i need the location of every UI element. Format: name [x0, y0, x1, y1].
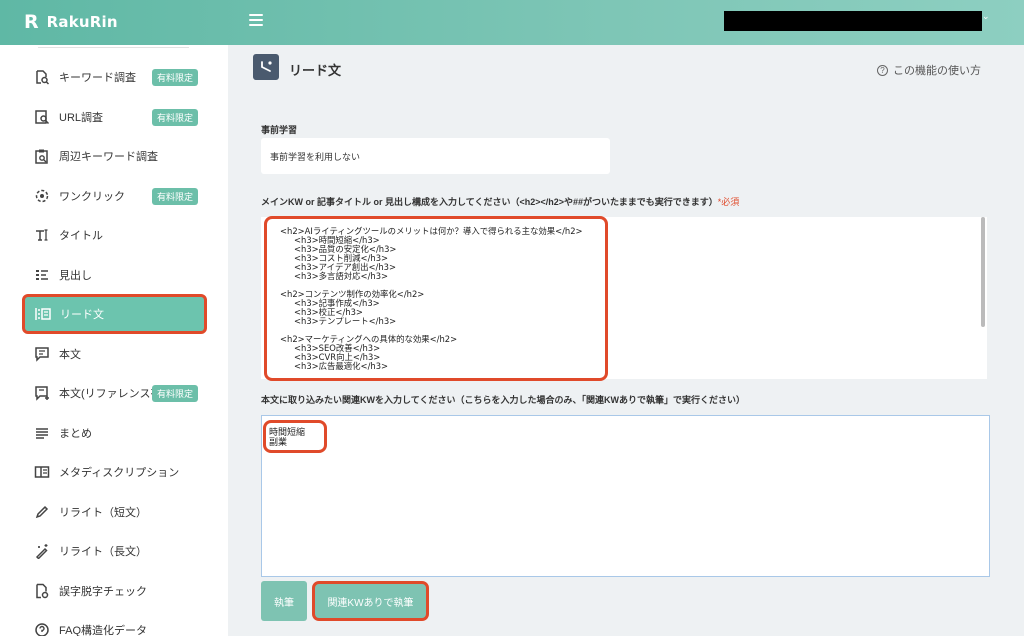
main-kw-label: メインKW or 記事タイトル or 見出し構成を入力してください（<h2></…	[261, 195, 739, 208]
main-kw-label-text: メインKW or 記事タイトル or 見出し構成を入力してください（<h2></…	[261, 197, 718, 207]
body-text-icon	[33, 345, 51, 363]
pre-learning-label: 事前学習	[261, 125, 298, 135]
paid-only-badge: 有料限定	[152, 187, 199, 205]
sidebar-item-14[interactable]: FAQ構造化データ	[22, 610, 207, 636]
sidebar-item-5[interactable]: 見出し	[22, 255, 207, 295]
sidebar-item-label: 見出し	[59, 269, 92, 282]
sidebar-item-label: FAQ構造化データ	[59, 625, 148, 636]
logo[interactable]: R RakuRin	[24, 10, 118, 34]
sidebar-item-2[interactable]: 周辺キーワード調査	[22, 136, 207, 176]
meta-description-icon	[33, 463, 51, 481]
lead-text-icon	[34, 305, 52, 323]
sidebar-item-label: ワンクリック	[59, 190, 125, 203]
paid-only-badge: 有料限定	[152, 385, 199, 402]
scrollbar[interactable]	[981, 217, 985, 327]
chevron-down-icon[interactable]: ⌄	[982, 12, 990, 22]
sidebar-item-label: URL調査	[59, 111, 104, 124]
body-reference-icon	[33, 384, 51, 402]
sidebar-item-label: 本文	[59, 348, 81, 361]
sidebar-item-label: 本文(リファレンス有)	[59, 388, 166, 400]
main-content: リード文 ? この機能の使い方 事前学習 事前学習を利用しない メインKW or…	[228, 45, 1024, 636]
sidebar-item-11[interactable]: リライト（短文）	[22, 492, 207, 532]
help-link-label: この機能の使い方	[893, 65, 981, 77]
question-icon: ?	[877, 64, 888, 76]
paid-only-badge: 有料限定	[152, 108, 199, 126]
paid-only-badge: 有料限定	[152, 69, 199, 86]
sidebar-item-label: タイトル	[59, 230, 103, 242]
sidebar-item-10[interactable]: メタディスクリプション	[22, 452, 207, 492]
required-mark: *必須	[717, 197, 740, 207]
sidebar-item-6[interactable]: リード文	[22, 294, 207, 334]
summary-lines-icon	[33, 424, 51, 442]
sidebar-item-label: 周辺キーワード調査	[59, 151, 158, 163]
sidebar-divider	[38, 47, 189, 48]
one-click-icon	[33, 187, 51, 205]
related-kw-content-highlight: 時間短縮 副業	[263, 420, 327, 453]
pencil-icon	[33, 503, 51, 521]
logo-mark: R	[24, 11, 39, 33]
sidebar-item-label: リライト（長文）	[59, 546, 147, 558]
menu-toggle-icon[interactable]	[249, 14, 263, 26]
doc-check-icon	[33, 582, 51, 600]
magic-pencil-icon	[33, 542, 51, 560]
main-kw-line: <h3>多言語対応</h3>	[294, 271, 389, 281]
logo-text: RakuRin	[46, 13, 118, 31]
sidebar-item-1[interactable]: URL調査 有料限定	[22, 97, 207, 137]
related-kw-label: 本文に取り込みたい関連KWを入力してください（こちらを入力した場合のみ、「関連K…	[261, 395, 745, 405]
sidebar-item-label: まとめ	[59, 427, 92, 440]
write-button[interactable]: 執筆	[261, 581, 307, 621]
write-with-kw-button[interactable]: 関連KWありで執筆	[312, 581, 429, 621]
main-kw-line: <h3>テンプレート</h3>	[294, 316, 397, 326]
main-kw-content-highlight: <h2>AIライティングツールのメリットは何か？導入で得られる主な効果</h2>…	[264, 216, 608, 381]
clipboard-search-icon	[33, 147, 51, 165]
url-search-icon	[33, 108, 51, 126]
page-feature-icon	[253, 54, 279, 80]
help-link[interactable]: ? この機能の使い方	[877, 62, 981, 78]
related-kw-line: 副業	[269, 437, 288, 447]
main-kw-textarea[interactable]: <h2>AIライティングツールのメリットは何か？導入で得られる主な効果</h2>…	[261, 216, 987, 381]
sidebar-item-label: メタディスクリプション	[59, 467, 180, 479]
top-bar: R RakuRin ⌄	[0, 0, 1024, 45]
sidebar-item-9[interactable]: まとめ	[22, 413, 207, 453]
title-icon	[33, 226, 51, 244]
faq-icon	[33, 621, 51, 636]
sidebar: キーワード調査 有料限定 URL調査 有料限定 周辺キーワード調査 ワンクリック 有料限定タ…	[0, 45, 228, 636]
heading-list-icon	[33, 266, 51, 284]
sidebar-item-0[interactable]: キーワード調査 有料限定	[22, 57, 207, 97]
sidebar-item-label: リライト（短文）	[59, 506, 147, 519]
sidebar-item-13[interactable]: 誤字脱字チェック	[22, 571, 207, 611]
related-kw-textarea[interactable]: 時間短縮 副業	[261, 415, 990, 577]
related-kw-line: 時間短縮	[269, 427, 306, 437]
pre-learning-select[interactable]: 事前学習を利用しない	[261, 138, 610, 174]
sidebar-item-8[interactable]: 本文(リファレンス有) 有料限定	[22, 373, 207, 413]
page-title: リード文	[289, 63, 342, 78]
main-kw-line: <h3>広告最適化</h3>	[294, 361, 389, 371]
sidebar-item-label: リード文	[60, 309, 104, 321]
sidebar-item-7[interactable]: 本文	[22, 334, 207, 374]
search-doc-icon	[33, 68, 51, 86]
sidebar-item-label: キーワード調査	[59, 72, 136, 84]
sidebar-item-label: 誤字脱字チェック	[59, 585, 147, 598]
sidebar-item-4[interactable]: タイトル	[22, 215, 207, 255]
sidebar-item-3[interactable]: ワンクリック 有料限定	[22, 176, 207, 216]
sidebar-item-12[interactable]: リライト（長文）	[22, 531, 207, 571]
user-account-menu[interactable]	[724, 11, 982, 31]
